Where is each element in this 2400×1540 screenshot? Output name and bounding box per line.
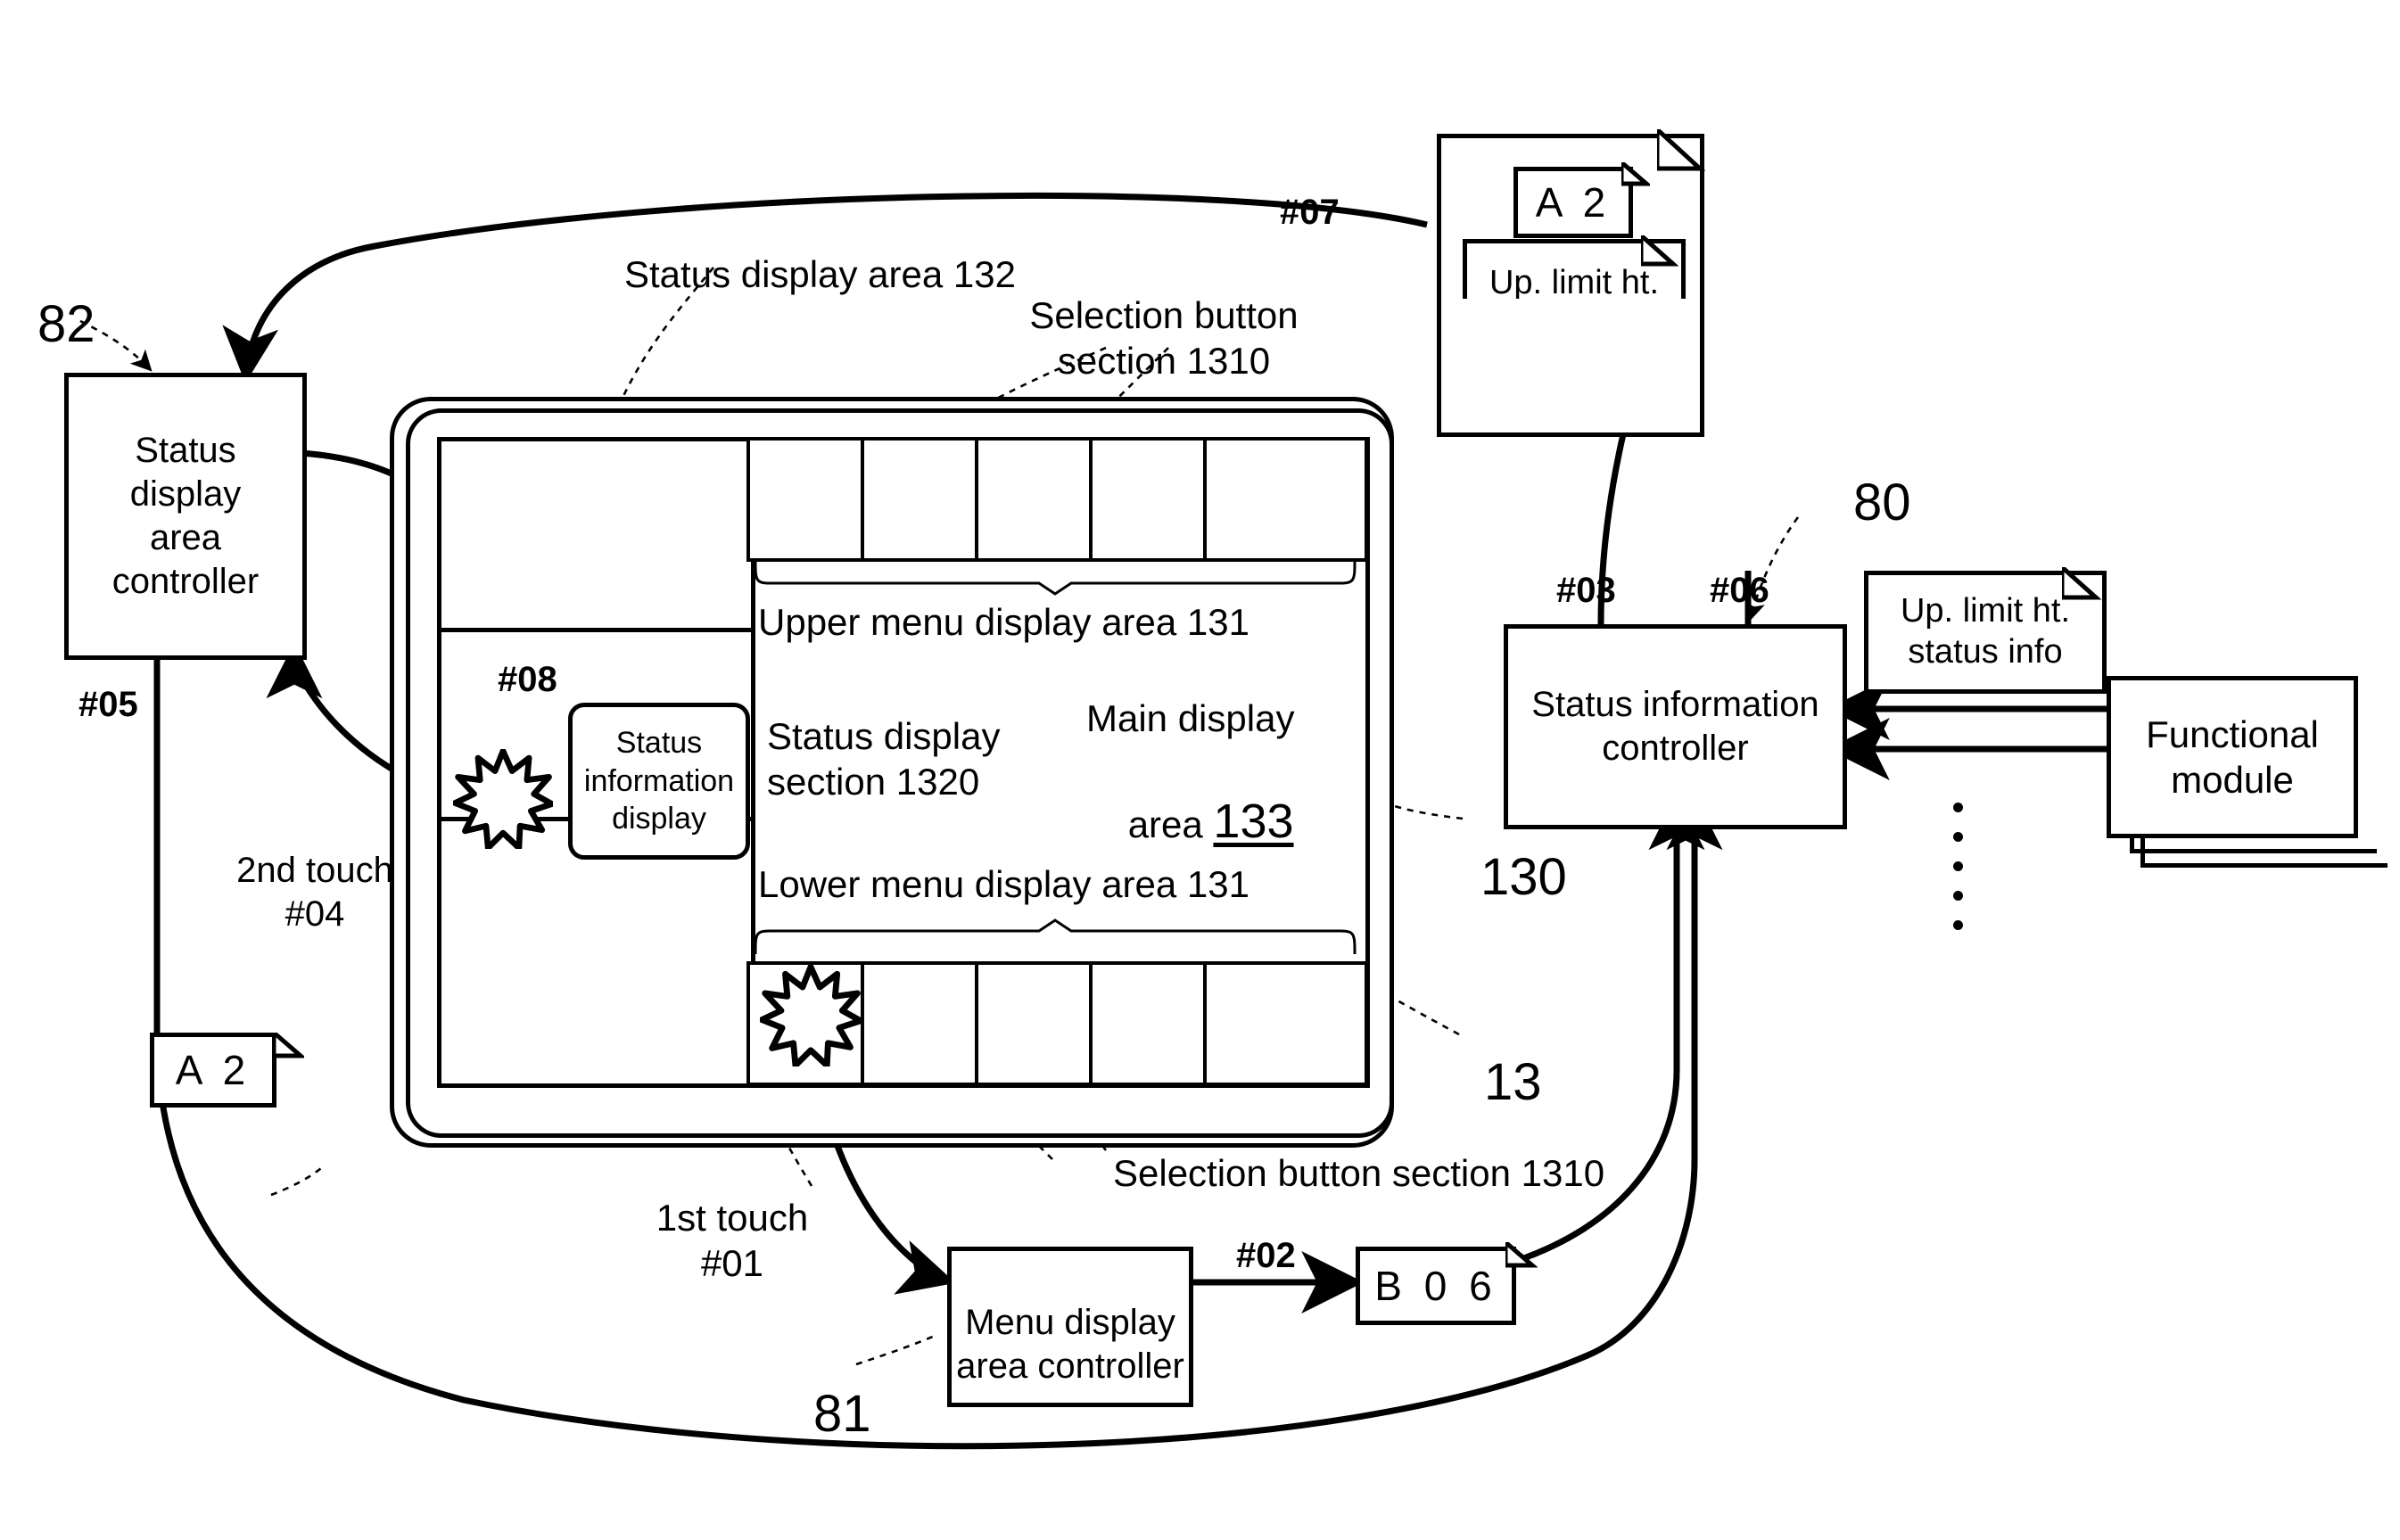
status-display-area-controller-label: Status display area controller	[111, 431, 260, 601]
status-display-section-label: Status display section 1320	[767, 715, 1001, 803]
upper-menu-display-area-label: Upper menu display area 131	[758, 601, 1250, 643]
menu-display-area-controller[interactable]: Menu display area controller	[947, 1247, 1193, 1407]
tick-05: #05	[78, 685, 138, 724]
selection-button-top-4[interactable]	[1089, 437, 1210, 562]
inner-note-dogear-icon	[1641, 235, 1678, 267]
selection-button-top-3[interactable]	[975, 437, 1096, 562]
ref-130: 130	[1480, 848, 1567, 906]
b06-tag: B 0 6	[1356, 1247, 1516, 1325]
selection-button-bottom-5[interactable]	[1203, 961, 1368, 1086]
upper-menu-brace-icon	[754, 559, 1357, 596]
selection-button-top-2[interactable]	[861, 437, 982, 562]
tick-07: #07	[1280, 193, 1340, 232]
menu-display-area-controller-label: Menu display area controller	[956, 1303, 1184, 1387]
tick-02: #02	[1236, 1236, 1296, 1275]
ref-13: 13	[1484, 1053, 1542, 1111]
selection-button-section-bottom-label: Selection button section 1310	[1113, 1152, 1605, 1194]
status-information-display-box[interactable]: Status information display	[568, 703, 750, 860]
tick-03: #03	[1556, 571, 1616, 610]
main-display-area-label-line1: Main display	[1086, 697, 1295, 739]
selection-button-bottom-4[interactable]	[1089, 961, 1210, 1086]
first-touch-burst-icon[interactable]	[760, 965, 862, 1066]
a2-tag-left: A 2	[150, 1033, 304, 1108]
display-data-a2-tag: A 2	[1513, 167, 1633, 238]
lower-menu-display-area-label: Lower menu display area 131	[758, 863, 1250, 905]
status-information-display-label: Status information display	[583, 726, 735, 836]
first-touch-label: 1st touch #01	[656, 1197, 809, 1285]
ref-81: 81	[813, 1385, 871, 1443]
lower-menu-brace-icon	[754, 918, 1357, 955]
main-display-area-number: 133	[1213, 795, 1294, 849]
status-display-area-132-label: Status display area 132	[624, 253, 1016, 295]
selection-button-top-1[interactable]	[746, 437, 868, 562]
a2-dogear-icon	[1621, 162, 1650, 186]
display-data-note-bottom	[1437, 299, 1704, 437]
ref-82: 82	[37, 295, 95, 353]
selection-button-bottom-3[interactable]	[975, 961, 1096, 1086]
status-info-note-dogear-icon	[2062, 567, 2101, 600]
status-display-area-top	[437, 437, 755, 637]
selection-button-section-top-label: Selection button section 1310	[1029, 294, 1299, 383]
second-touch-burst-icon[interactable]	[453, 749, 553, 849]
status-information-controller[interactable]: Status information controller	[1504, 624, 1847, 829]
b06-dogear-icon	[1505, 1242, 1538, 1268]
tick-08: #08	[498, 660, 557, 699]
selection-button-bottom-2[interactable]	[861, 961, 982, 1086]
display-data-dogear-icon	[1657, 129, 1706, 171]
status-information-controller-label: Status information controller	[1531, 685, 1819, 768]
display-data-a2-text: A 2	[1535, 179, 1612, 226]
a2-tag-left-text: A 2	[175, 1047, 252, 1093]
functional-module-label: Functional module	[2146, 712, 2319, 801]
ref-80: 80	[1853, 474, 1911, 531]
diagram-canvas: Status display area controller 82 #05 A …	[0, 0, 2400, 1540]
functional-module[interactable]: Functional module	[2107, 676, 2358, 838]
status-display-area-controller[interactable]: Status display area controller	[64, 373, 307, 660]
selection-button-top-5[interactable]	[1203, 437, 1368, 562]
dogear-icon	[274, 1033, 304, 1058]
ellipsis-dots	[1953, 803, 1963, 930]
tick-06: #06	[1710, 571, 1769, 610]
main-display-area-word: area	[1127, 803, 1214, 846]
status-info-note-text: Up. limit ht. status info	[1900, 592, 2071, 671]
b06-tag-text: B 0 6	[1374, 1263, 1497, 1309]
